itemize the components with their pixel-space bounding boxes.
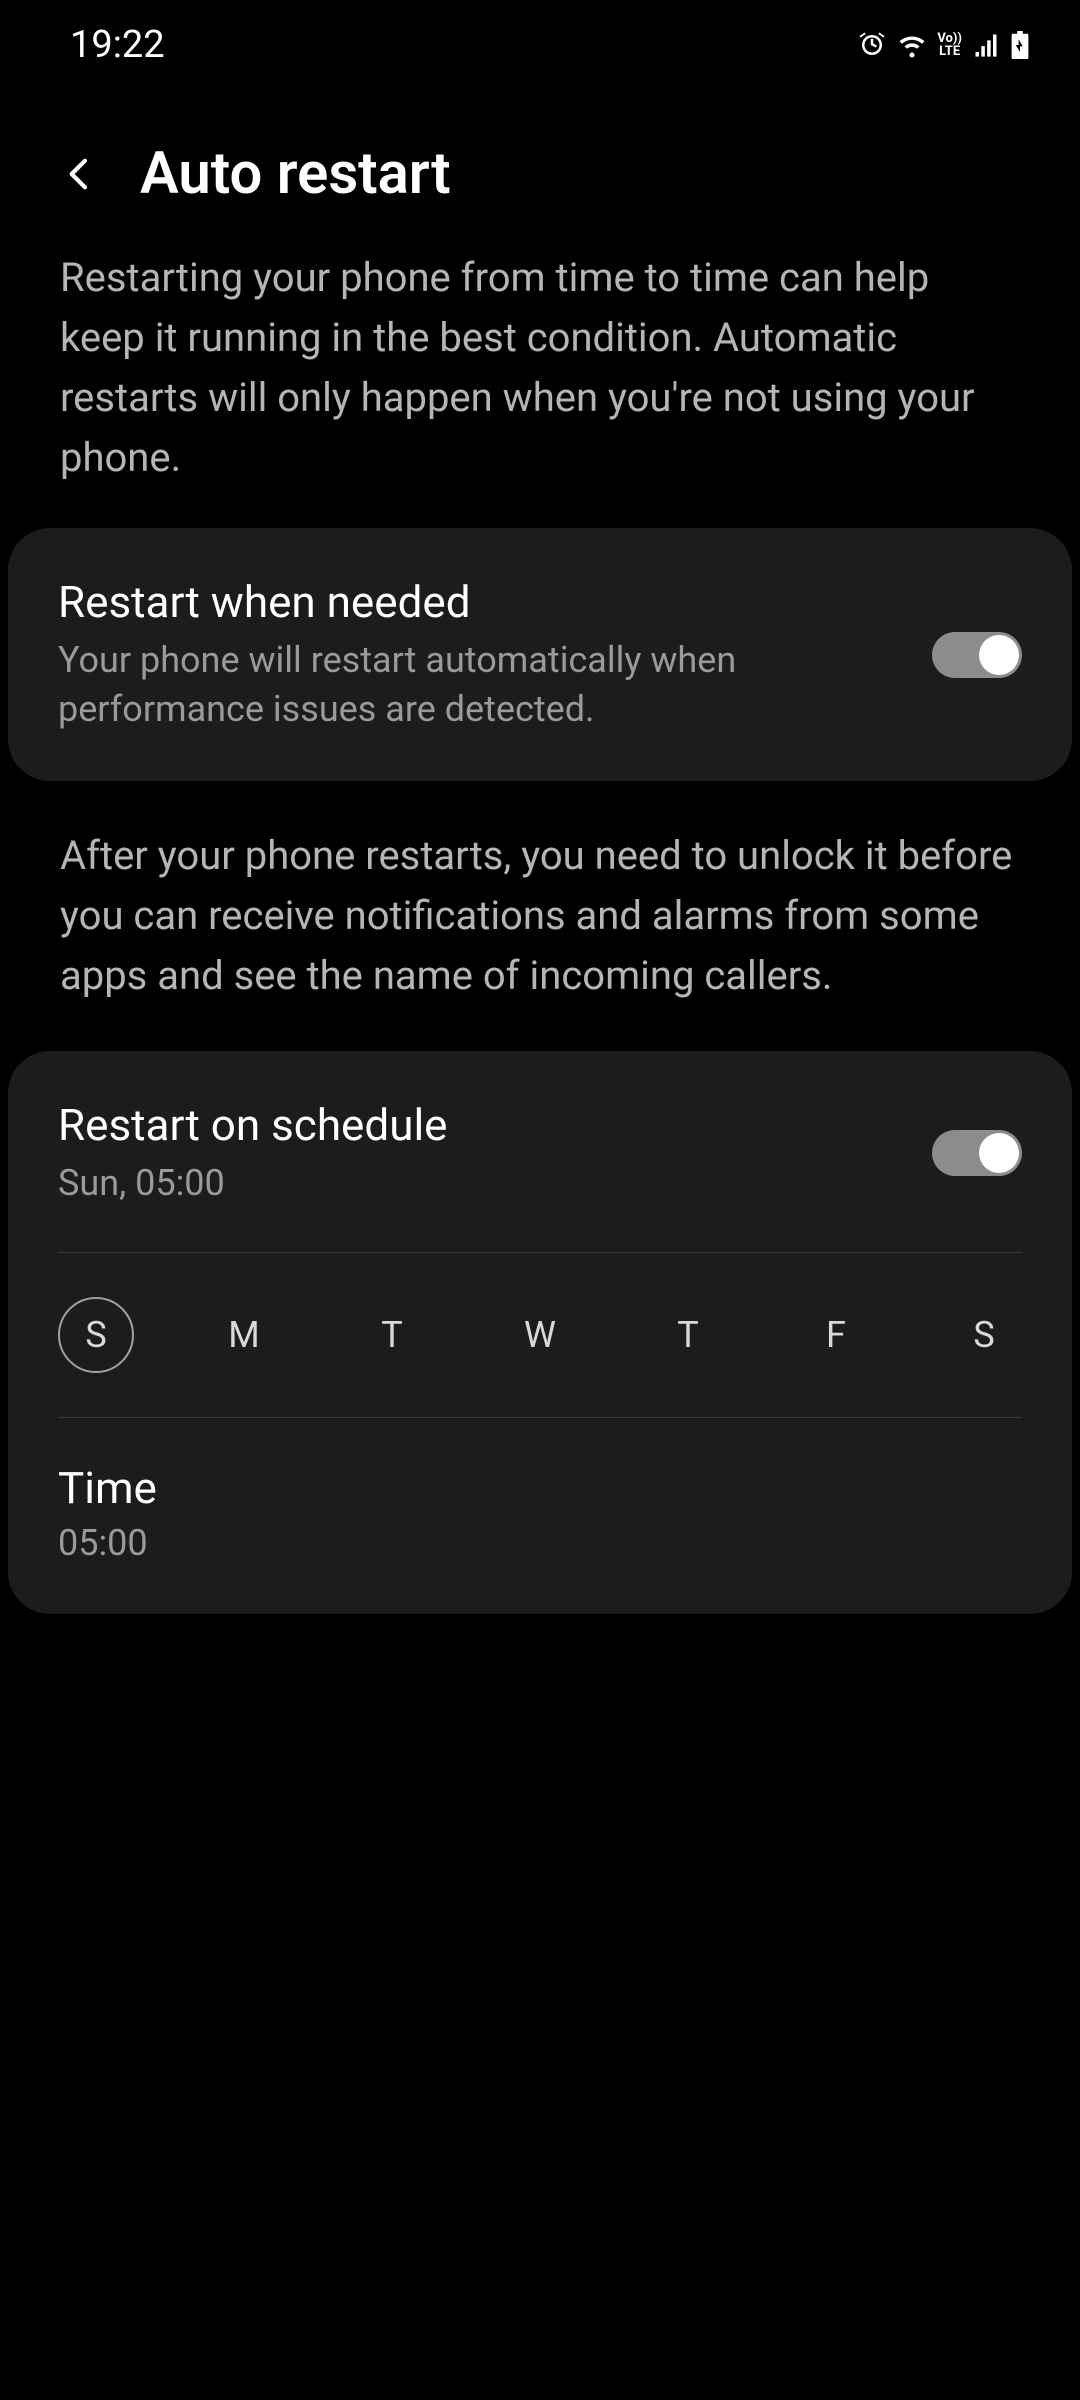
battery-icon bbox=[1010, 31, 1030, 59]
time-row[interactable]: Time 05:00 bbox=[58, 1462, 1022, 1564]
restart-when-needed-subtitle: Your phone will restart automatically wh… bbox=[58, 636, 902, 733]
page-title: Auto restart bbox=[140, 140, 451, 208]
header: Auto restart bbox=[0, 80, 1080, 238]
day-tuesday[interactable]: T bbox=[354, 1297, 430, 1373]
day-friday[interactable]: F bbox=[798, 1297, 874, 1373]
day-saturday[interactable]: S bbox=[946, 1297, 1022, 1373]
restart-when-needed-toggle[interactable] bbox=[932, 632, 1022, 678]
status-icons: Vo)) LTE bbox=[857, 30, 1030, 60]
restart-on-schedule-subtitle: Sun, 05:00 bbox=[58, 1159, 902, 1208]
status-bar: 19:22 Vo)) LTE bbox=[0, 0, 1080, 80]
restart-on-schedule-title: Restart on schedule bbox=[58, 1099, 902, 1151]
unlock-note: After your phone restarts, you need to u… bbox=[0, 781, 1080, 1051]
back-icon[interactable] bbox=[60, 154, 100, 194]
restart-on-schedule-toggle[interactable] bbox=[932, 1130, 1022, 1176]
day-wednesday[interactable]: W bbox=[502, 1297, 578, 1373]
time-value: 05:00 bbox=[58, 1522, 1022, 1564]
restart-when-needed-card: Restart when needed Your phone will rest… bbox=[8, 528, 1072, 781]
restart-on-schedule-card: Restart on schedule Sun, 05:00 S M T W T… bbox=[8, 1051, 1072, 1614]
divider bbox=[58, 1252, 1022, 1253]
divider bbox=[58, 1417, 1022, 1418]
day-sunday[interactable]: S bbox=[58, 1297, 134, 1373]
restart-when-needed-row[interactable]: Restart when needed Your phone will rest… bbox=[58, 576, 1022, 733]
day-monday[interactable]: M bbox=[206, 1297, 282, 1373]
day-thursday[interactable]: T bbox=[650, 1297, 726, 1373]
volte-indicator: Vo)) LTE bbox=[937, 32, 962, 58]
alarm-icon bbox=[857, 30, 887, 60]
status-time: 19:22 bbox=[70, 23, 165, 67]
restart-when-needed-title: Restart when needed bbox=[58, 576, 902, 628]
restart-on-schedule-row[interactable]: Restart on schedule Sun, 05:00 bbox=[58, 1099, 1022, 1208]
days-row: S M T W T F S bbox=[58, 1297, 1022, 1373]
intro-description: Restarting your phone from time to time … bbox=[0, 238, 1080, 528]
wifi-icon bbox=[897, 30, 927, 60]
time-label: Time bbox=[58, 1462, 1022, 1514]
signal-icon bbox=[972, 31, 1000, 59]
